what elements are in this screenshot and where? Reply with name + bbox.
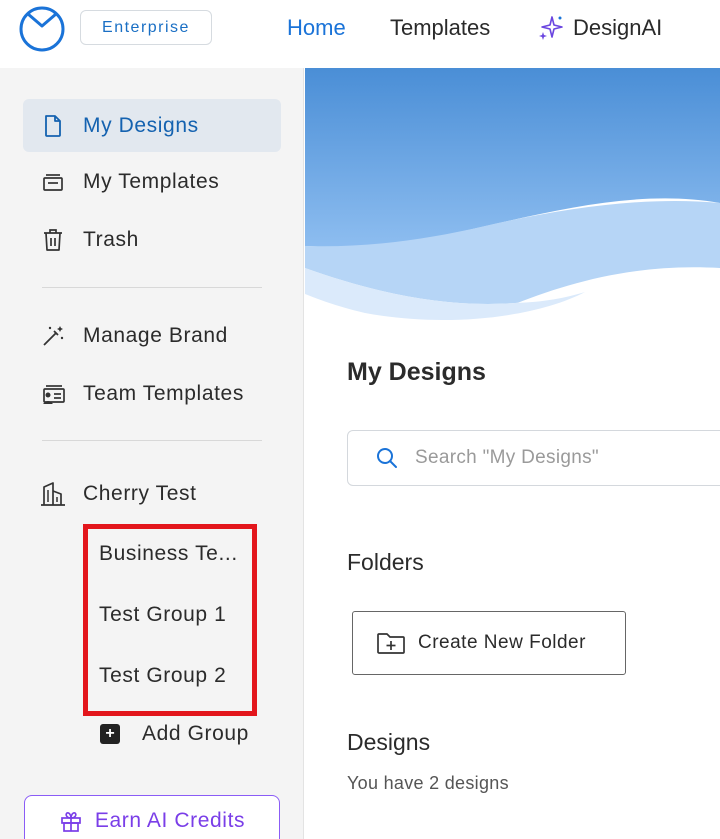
sidebar-item-my-designs[interactable]: My Designs (23, 99, 281, 152)
group-item-test-group-1[interactable]: Test Group 1 (99, 603, 226, 627)
sidebar-divider (42, 287, 262, 288)
sidebar-item-team-cherry-test[interactable]: Cherry Test (23, 467, 281, 520)
templates-icon (43, 173, 63, 191)
nav-templates[interactable]: Templates (390, 14, 490, 42)
create-new-folder-label: Create New Folder (418, 632, 586, 653)
sidebar-item-trash[interactable]: Trash (23, 213, 281, 266)
search-icon[interactable] (375, 446, 399, 470)
group-item-business-team[interactable]: Business Te... (99, 542, 238, 566)
nav-designai-label: DesignAI (573, 15, 663, 40)
earn-ai-credits-button[interactable]: Earn AI Credits (24, 795, 280, 839)
add-group-button[interactable]: + Add Group (100, 722, 249, 746)
sidebar-item-team-templates[interactable]: Team Templates (23, 367, 281, 420)
nav-designai[interactable]: DesignAI (538, 14, 662, 42)
group-item-test-group-2[interactable]: Test Group 2 (99, 664, 226, 688)
team-name: Cherry Test (83, 481, 197, 505)
sidebar-item-label: My Designs (83, 113, 199, 137)
trash-icon (44, 228, 62, 251)
earn-ai-credits-label: Earn AI Credits (94, 809, 246, 832)
gift-icon (61, 812, 81, 832)
team-templates-icon (43, 384, 65, 404)
header-wave-banner (305, 68, 720, 328)
document-icon (45, 114, 61, 137)
create-new-folder-button[interactable]: Create New Folder (352, 611, 626, 675)
app-logo-icon[interactable] (19, 6, 65, 52)
sidebar: My Designs My Templates Trash Manage Bra… (0, 68, 304, 839)
add-group-label: Add Group (142, 722, 249, 745)
sidebar-item-manage-brand[interactable]: Manage Brand (23, 309, 281, 362)
search-input[interactable] (415, 447, 675, 469)
building-icon (41, 481, 65, 506)
sidebar-divider (42, 440, 262, 441)
sidebar-item-label: Team Templates (83, 381, 244, 405)
top-navigation-bar: Enterprise Home Templates DesignAI (0, 0, 720, 68)
designs-heading: Designs (347, 729, 431, 755)
nav-home[interactable]: Home (287, 14, 346, 42)
sidebar-item-label: Trash (83, 227, 139, 251)
folders-heading: Folders (347, 549, 424, 575)
main-content: My Designs Folders Create New Folder Des… (305, 68, 720, 839)
sidebar-item-my-templates[interactable]: My Templates (23, 155, 281, 208)
magic-wand-icon (43, 325, 64, 346)
sidebar-item-label: Manage Brand (83, 323, 228, 347)
folder-add-icon (377, 633, 405, 654)
plus-icon: + (100, 724, 120, 744)
designs-count: You have 2 designs (347, 773, 509, 793)
search-box (347, 430, 720, 486)
sidebar-item-label: My Templates (83, 169, 220, 193)
plan-badge: Enterprise (80, 10, 212, 45)
page-title: My Designs (347, 358, 486, 386)
sparkle-icon (539, 16, 563, 40)
